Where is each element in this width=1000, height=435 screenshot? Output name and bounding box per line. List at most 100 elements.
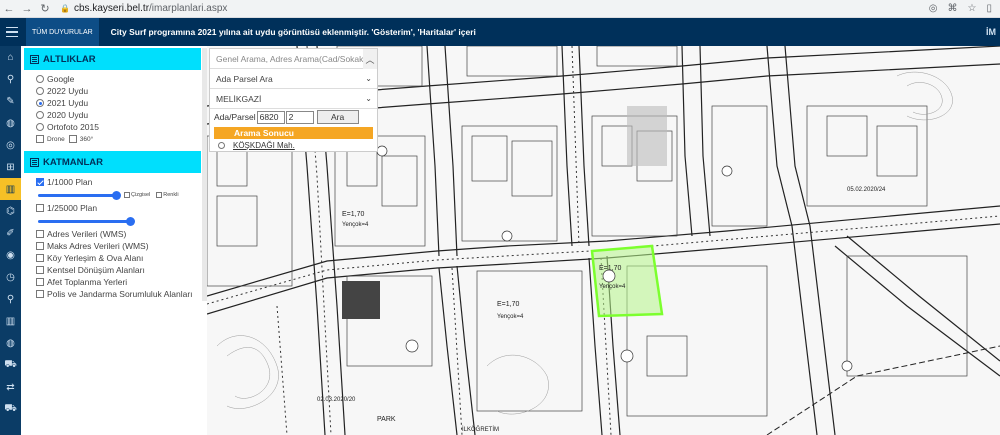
drone-360-row: Drone 360° xyxy=(36,133,201,145)
target-icon[interactable]: ◎ xyxy=(0,134,21,156)
layer-option[interactable]: Kentsel Dönüşüm Alanları xyxy=(36,264,201,276)
all-announcements-button[interactable]: TÜM DUYURULAR xyxy=(26,18,99,46)
basemap-option[interactable]: 2021 Uydu xyxy=(36,97,201,109)
cart-icon[interactable]: ⛟ xyxy=(0,354,21,376)
checkbox[interactable] xyxy=(36,242,44,250)
parcel-sub-3: Yençok=4 xyxy=(342,222,369,228)
general-search-input[interactable]: Genel Arama, Adres Arama(Cad/Sokak ︿ xyxy=(210,49,377,69)
chevron-down-icon: ⌄ xyxy=(365,94,372,103)
result-radio[interactable] xyxy=(218,141,225,149)
filter-icon[interactable]: ⚲ xyxy=(0,68,21,90)
address-bar[interactable]: 🔒 cbs.kayseri.bel.tr/imarplanlari.aspx xyxy=(60,2,929,16)
radio[interactable] xyxy=(36,87,44,95)
list-icon xyxy=(30,54,39,64)
ada-parsel-row: Ada/Parsel 6820 2 Ara xyxy=(210,109,377,125)
layer-option[interactable]: Köy Yerleşim & Ova Alanı xyxy=(36,252,201,264)
layer-option[interactable]: 1/25000 Plan xyxy=(36,202,201,214)
renkli-option[interactable]: Renkli xyxy=(156,192,179,198)
basemap-option[interactable]: Ortofoto 2015 xyxy=(36,121,201,133)
basemap-option[interactable]: 2022 Uydu xyxy=(36,85,201,97)
checkbox[interactable] xyxy=(36,266,44,274)
district-select[interactable]: MELİKGAZİ ⌄ xyxy=(210,89,377,109)
cizgisel-option[interactable]: Çizgisel xyxy=(124,192,150,198)
forward-icon[interactable]: → xyxy=(18,0,36,18)
reload-icon[interactable]: ↻ xyxy=(36,0,54,18)
checkbox[interactable] xyxy=(156,192,163,198)
option-label: 2020 Uydu xyxy=(47,110,89,120)
globe-icon[interactable]: ◍ xyxy=(0,112,21,134)
building-icon[interactable]: ⌬ xyxy=(0,200,21,222)
sidebar-icon[interactable]: ▯ xyxy=(986,3,992,14)
back-icon[interactable]: ← xyxy=(0,0,18,18)
browser-toolbar: ← → ↻ 🔒 cbs.kayseri.bel.tr/imarplanlari.… xyxy=(0,0,1000,18)
app-header: TÜM DUYURULAR City Surf programına 2021 … xyxy=(0,18,1000,46)
collapse-up-icon[interactable]: ︿ xyxy=(363,49,377,69)
filter-icon-2[interactable]: ⚲ xyxy=(0,288,21,310)
opacity-slider-row xyxy=(36,214,201,228)
opacity-slider[interactable] xyxy=(38,216,135,226)
ada-input[interactable]: 6820 xyxy=(256,110,285,124)
draw-icon[interactable]: ✎ xyxy=(0,90,21,112)
view360-label: 360° xyxy=(79,135,94,143)
layer-option[interactable]: Polis ve Jandarma Sorumluluk Alanları xyxy=(36,288,201,300)
search-button[interactable]: Ara xyxy=(316,110,359,124)
parcel-sub-main: Yençok=4 xyxy=(599,284,626,290)
search-type-select[interactable]: Ada Parsel Ara ⌄ xyxy=(210,69,377,89)
option-label: 2022 Uydu xyxy=(47,86,89,96)
basemap-option[interactable]: 2020 Uydu xyxy=(36,109,201,121)
checkbox[interactable] xyxy=(36,254,44,262)
park-label: PARK xyxy=(377,416,396,423)
checkbox[interactable] xyxy=(36,278,44,286)
globe-icon-2[interactable]: ◍ xyxy=(0,332,21,354)
layer-label: Afet Toplanma Yerleri xyxy=(47,277,128,287)
checkbox[interactable] xyxy=(36,230,44,238)
left-icon-rail: ⌂ ⚲ ✎ ◍ ◎ ⊞ ▥ ⌬ ✐ ◉ ◷ ⚲ ▥ ◍ ⛟ ⇄ ⛟ xyxy=(0,46,21,435)
clock-icon[interactable]: ◷ xyxy=(0,266,21,288)
translate-icon[interactable]: ⌘ xyxy=(948,3,958,14)
url-text: cbs.kayseri.bel.tr/imarplanlari.aspx xyxy=(74,3,227,14)
result-item-label[interactable]: KÖŞKDAĞI Mah. xyxy=(233,141,295,150)
layer-option[interactable]: Adres Verileri (WMS) xyxy=(36,228,201,240)
radio[interactable] xyxy=(36,111,44,119)
drone-checkbox[interactable] xyxy=(36,135,44,143)
search-type-value: Ada Parsel Ara xyxy=(216,73,273,84)
home-icon[interactable]: ⌂ xyxy=(0,46,21,68)
radio-selected[interactable] xyxy=(36,99,44,107)
view360-checkbox[interactable] xyxy=(68,135,77,143)
checkbox-checked[interactable] xyxy=(36,178,44,186)
layers-icon[interactable]: ⊞ xyxy=(0,156,21,178)
map-icon-2[interactable]: ▥ xyxy=(0,310,21,332)
layer-option[interactable]: 1/1000 Plan xyxy=(36,176,201,188)
opacity-slider-row: Çizgisel Renkli xyxy=(36,188,201,202)
basemap-option[interactable]: Google xyxy=(36,73,201,85)
radio[interactable] xyxy=(36,75,44,83)
search-result-item[interactable]: KÖŞKDAĞI Mah. xyxy=(214,139,373,151)
checkbox[interactable] xyxy=(124,192,130,198)
eye-off-icon[interactable]: ◎ xyxy=(929,3,938,14)
date-label-2: 02.03.2020/20 xyxy=(317,397,356,403)
opacity-slider[interactable] xyxy=(38,190,121,200)
cart-icon-2[interactable]: ⛟ xyxy=(0,398,21,420)
eye-icon[interactable]: ◉ xyxy=(0,244,21,266)
checkbox[interactable] xyxy=(36,204,44,212)
parsel-input[interactable]: 2 xyxy=(285,110,314,124)
map-icon[interactable]: ▥ xyxy=(0,178,21,200)
parcel-label-main: E=1,70 xyxy=(599,265,621,272)
panel-collapse-handle[interactable] xyxy=(202,48,207,301)
checkbox[interactable] xyxy=(36,290,44,298)
layer-option[interactable]: Afet Toplanma Yerleri xyxy=(36,276,201,288)
shuffle-icon[interactable]: ⇄ xyxy=(0,376,21,398)
radio[interactable] xyxy=(36,123,44,131)
list-icon xyxy=(30,157,39,167)
altliklar-header[interactable]: ALTLIKLAR xyxy=(24,48,201,70)
edit-icon[interactable]: ✐ xyxy=(0,222,21,244)
url-path: /imarplanlari.aspx xyxy=(149,3,228,14)
layer-option[interactable]: Maks Adres Verileri (WMS) xyxy=(36,240,201,252)
menu-icon[interactable] xyxy=(0,18,24,46)
slider-knob[interactable] xyxy=(112,190,121,200)
slider-knob[interactable] xyxy=(126,216,135,226)
katmanlar-header[interactable]: KATMANLAR xyxy=(24,151,201,173)
cizgisel-label: Çizgisel xyxy=(131,192,151,198)
star-icon[interactable]: ☆ xyxy=(968,3,977,14)
layer-label: Adres Verileri (WMS) xyxy=(47,229,127,239)
